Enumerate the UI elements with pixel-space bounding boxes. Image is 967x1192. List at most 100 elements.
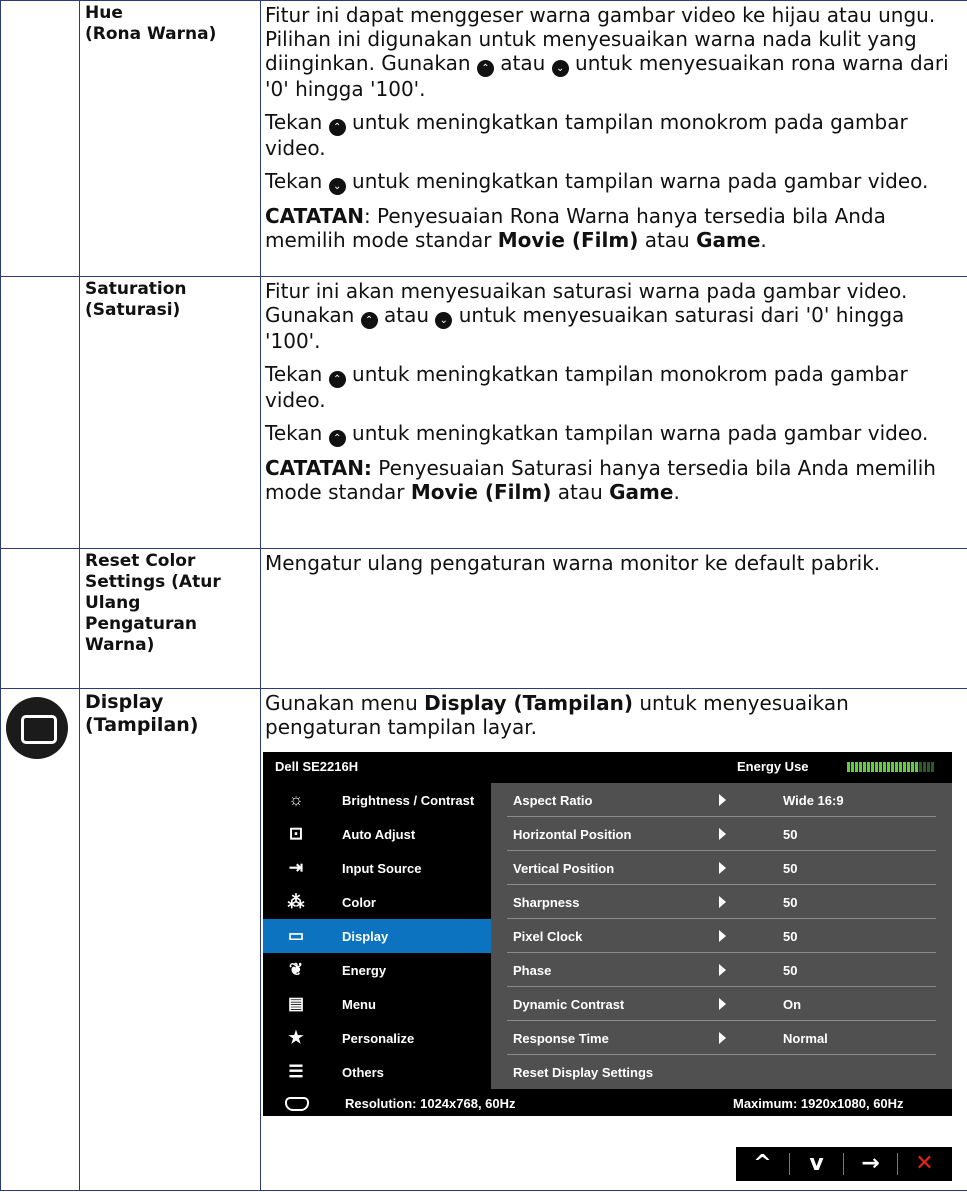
saturation-description: Fitur ini akan menyesuaikan saturasi war…	[265, 279, 936, 504]
osd-menu-item[interactable]: ❦ Energy	[263, 953, 491, 987]
separator	[897, 1153, 898, 1175]
energy-bar	[863, 762, 866, 772]
osd-setting-row[interactable]: Dynamic Contrast On	[491, 987, 936, 1021]
input-source-icon: ⇥	[288, 858, 304, 877]
setting-label: Dynamic Contrast	[513, 997, 625, 1012]
osd-setting-row[interactable]: Horizontal Position 50	[491, 817, 936, 851]
energy-bar	[923, 762, 926, 772]
maximum-resolution-text: Maximum: 1920x1080, 60Hz	[733, 1096, 904, 1111]
setting-label: Sharpness	[513, 895, 580, 910]
arrow-right-icon	[719, 896, 726, 908]
energy-bar	[883, 762, 886, 772]
osd-menu-item[interactable]: ★ Personalize	[263, 1021, 491, 1055]
display-description: Gunakan menu Display (Tampilan) untuk me…	[265, 691, 849, 739]
up-circle-icon: ⌃	[328, 371, 346, 388]
arrow-right-icon	[719, 828, 726, 840]
osd-menu-label: Color	[342, 895, 376, 910]
desc-cell: Fitur ini dapat menggeser warna gambar v…	[260, 0, 967, 277]
up-button[interactable]: ^	[736, 1147, 789, 1181]
energy-bar	[851, 762, 854, 772]
table-row-reset: Reset Color Settings (Atur Ulang Pengatu…	[0, 548, 967, 689]
hue-description: Fitur ini dapat menggeser warna gambar v…	[265, 3, 949, 252]
energy-bar	[871, 762, 874, 772]
setting-value: 50	[783, 827, 798, 842]
osd-menu-label: Auto Adjust	[342, 827, 416, 842]
osd-menu-item[interactable]: ▭ Display	[263, 919, 491, 953]
resolution-text: Resolution: 1024x768, 60Hz	[345, 1096, 516, 1111]
arrow-right-icon	[719, 794, 726, 806]
auto-adjust-icon: ⊡	[288, 824, 304, 843]
energy-bar	[907, 762, 910, 772]
up-circle-icon: ⌃	[328, 119, 346, 136]
osd-menu-item[interactable]: ☼ Brightness / Contrast	[263, 783, 491, 817]
osd-setting-row[interactable]: Response Time Normal	[491, 1021, 936, 1055]
color-icon: ⁂	[287, 892, 305, 911]
osd-menu-item[interactable]: ⁂ Color	[263, 885, 491, 919]
energy-bar	[903, 762, 906, 772]
setting-label: Vertical Position	[513, 861, 615, 876]
osd-menu-item[interactable]: ⊡ Auto Adjust	[263, 817, 491, 851]
osd-menu-label: Menu	[342, 997, 376, 1012]
energy-bar	[887, 762, 890, 772]
saturation-label: Saturation (Saturasi)	[85, 279, 187, 320]
energy-bar	[891, 762, 894, 772]
osd-menu-item[interactable]: ☰ Others	[263, 1055, 491, 1089]
osd-menu-item[interactable]: ▤ Menu	[263, 987, 491, 1021]
setting-label: Response Time	[513, 1031, 609, 1046]
osd-setting-row[interactable]: Aspect Ratio Wide 16:9	[491, 783, 936, 817]
separator	[843, 1153, 844, 1175]
setting-label: Phase	[513, 963, 552, 978]
label-cell: Hue (Rona Warna)	[79, 0, 261, 277]
hue-label: Hue (Rona Warna)	[85, 3, 217, 44]
osd-setting-row[interactable]: Reset Display Settings	[491, 1055, 936, 1089]
energy-bar	[919, 762, 922, 772]
icon-cell	[0, 0, 80, 277]
arrow-right-icon	[719, 1032, 726, 1044]
osd-menu: Dell SE2216H Energy Use ☼ Brightness / Co…	[263, 752, 952, 1116]
separator	[789, 1153, 790, 1175]
energy-bar	[847, 762, 850, 772]
osd-menu-label: Input Source	[342, 861, 422, 876]
osd-setting-row[interactable]: Pixel Clock 50	[491, 919, 936, 953]
setting-value: 50	[783, 963, 798, 978]
osd-menu-label: Brightness / Contrast	[342, 793, 475, 808]
brightness-icon: ☼	[288, 790, 304, 809]
energy-bar	[895, 762, 898, 772]
osd-menu-label: Display	[342, 929, 389, 944]
osd-nav-buttons: ^ v → ✕	[736, 1147, 952, 1181]
energy-bar	[911, 762, 914, 772]
osd-menu-label: Energy	[342, 963, 387, 978]
energy-bar	[867, 762, 870, 772]
setting-value: Wide 16:9	[783, 793, 844, 808]
osd-menu-label: Others	[342, 1065, 384, 1080]
osd-menu-item[interactable]: ⇥ Input Source	[263, 851, 491, 885]
setting-value: 50	[783, 895, 798, 910]
energy-bar	[931, 762, 934, 772]
up-circle-icon: ⌃	[360, 312, 378, 329]
down-circle-icon: ⌄	[551, 60, 569, 77]
setting-label: Reset Display Settings	[513, 1065, 654, 1080]
energy-bar	[927, 762, 930, 772]
down-circle-icon: ⌄	[435, 312, 453, 329]
display-icon: ▭	[287, 926, 305, 945]
osd-setting-row[interactable]: Sharpness 50	[491, 885, 936, 919]
arrow-right-icon	[719, 964, 726, 976]
setting-label: Pixel Clock	[513, 929, 583, 944]
osd-setting-row[interactable]: Vertical Position 50	[491, 851, 936, 885]
energy-bar	[915, 762, 918, 772]
energy-meter	[847, 760, 947, 772]
setting-label: Horizontal Position	[513, 827, 632, 842]
next-button[interactable]: →	[844, 1147, 897, 1181]
table-row-saturation: Saturation (Saturasi) Fitur ini akan men…	[0, 276, 967, 549]
exit-button[interactable]: ✕	[898, 1147, 951, 1181]
osd-setting-row[interactable]: Phase 50	[491, 953, 936, 987]
arrow-right-icon	[719, 862, 726, 874]
arrow-right-icon	[719, 998, 726, 1010]
down-button[interactable]: v	[790, 1147, 843, 1181]
energy-bar	[899, 762, 902, 772]
setting-value: 50	[783, 861, 798, 876]
vga-icon	[285, 1097, 309, 1111]
setting-value: Normal	[783, 1031, 828, 1046]
energy-use-label: Energy Use	[737, 759, 809, 774]
star-icon: ★	[288, 1028, 304, 1047]
